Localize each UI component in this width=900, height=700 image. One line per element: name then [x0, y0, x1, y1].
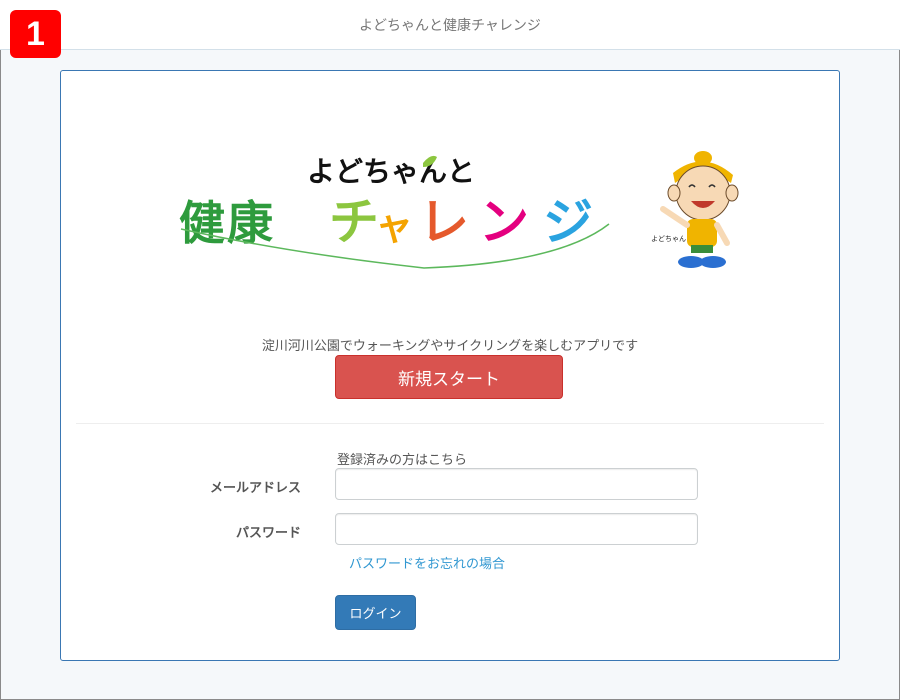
- mascot-character-icon: よどちゃん: [651, 151, 739, 268]
- logo-char: 健: [179, 196, 225, 250]
- logo-char: チ: [329, 193, 379, 251]
- registered-users-text: 登録済みの方はこちら: [337, 453, 468, 468]
- login-button[interactable]: ログイン: [335, 595, 416, 630]
- logo-char: ン: [479, 193, 529, 251]
- section-divider: [76, 423, 824, 424]
- email-field[interactable]: [335, 468, 698, 500]
- new-start-button[interactable]: 新規スタート: [335, 355, 563, 399]
- logo-char: 康: [227, 196, 273, 250]
- email-label: メールアドレス: [209, 481, 301, 496]
- mascot-name-label: よどちゃん: [651, 235, 686, 243]
- logo-char: レ: [419, 193, 469, 251]
- logo-line2: 健康 チャレンジ: [179, 193, 593, 251]
- main-panel: よどちゃんと 健康 チャレンジ よどちゃん 淀川河川公園でウォーキングやサイクリン…: [60, 70, 840, 661]
- top-navbar: よどちゃんと健康チャレンジ: [0, 0, 900, 50]
- password-label: パスワード: [235, 526, 301, 541]
- step-number-badge: 1: [10, 10, 61, 58]
- forgot-password-link[interactable]: パスワードをお忘れの場合: [349, 553, 505, 572]
- logo-char: ジ: [543, 193, 593, 251]
- app-logo: よどちゃんと 健康 チャレンジ: [179, 155, 610, 269]
- app-description: 淀川河川公園でウォーキングやサイクリングを楽しむアプリです: [261, 339, 639, 354]
- password-field[interactable]: [335, 513, 698, 545]
- app-title[interactable]: よどちゃんと健康チャレンジ: [359, 15, 541, 35]
- logo-line1: よどちゃんと: [307, 155, 475, 188]
- logo-char: ャ: [375, 204, 413, 248]
